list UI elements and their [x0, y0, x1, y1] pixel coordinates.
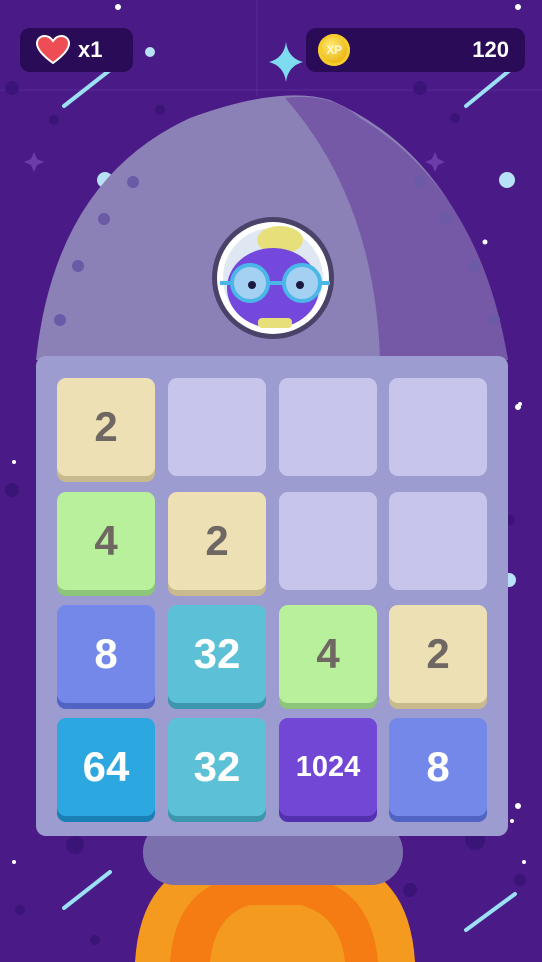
heart-icon: [36, 35, 70, 65]
tile: 2: [57, 378, 155, 476]
xp-coin-icon: XP: [318, 34, 350, 66]
game-board[interactable]: 2 4 2 8 32 4 2 64 32 1024 8: [36, 356, 508, 836]
xp-value: 120: [472, 37, 509, 62]
empty-cell: [279, 378, 377, 476]
lives-counter: x1: [20, 28, 133, 72]
tile: 64: [57, 718, 155, 816]
tile: 8: [389, 718, 487, 816]
tile: 4: [57, 492, 155, 590]
empty-cell: [389, 492, 487, 590]
xp-counter: XP 120: [306, 28, 525, 72]
tile: 2: [168, 492, 266, 590]
lives-count: x1: [78, 37, 103, 62]
tile: 4: [279, 605, 377, 703]
empty-cell: [168, 378, 266, 476]
tile: 1024: [279, 718, 377, 816]
tile: 32: [168, 605, 266, 703]
tile: 8: [57, 605, 155, 703]
robot-pilot-icon: [212, 217, 334, 339]
tile: 32: [168, 718, 266, 816]
empty-cell: [389, 378, 487, 476]
tile: 2: [389, 605, 487, 703]
empty-cell: [279, 492, 377, 590]
